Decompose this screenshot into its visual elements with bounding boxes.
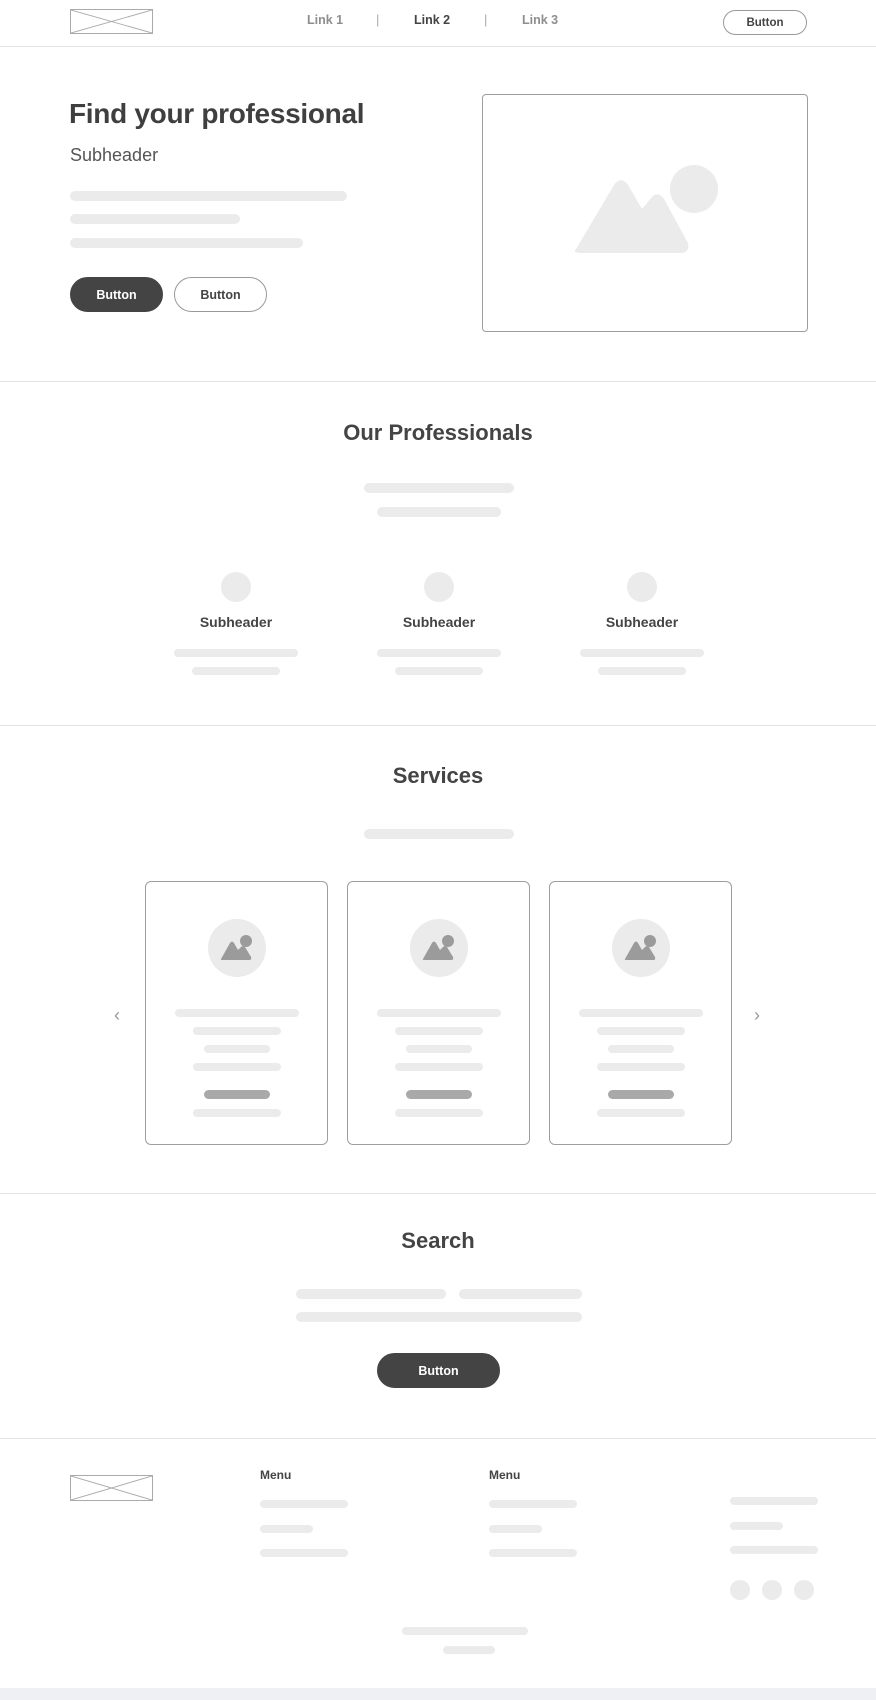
text-placeholder-line [377, 649, 501, 657]
copyright-placeholder [402, 1627, 528, 1635]
footer-link-placeholder[interactable] [489, 1525, 542, 1533]
chevron-left-icon[interactable]: ‹ [114, 1005, 120, 1026]
text-placeholder-line [597, 1063, 685, 1071]
text-placeholder-line [395, 1063, 483, 1071]
text-placeholder-line [364, 829, 514, 839]
footer-link-placeholder[interactable] [260, 1525, 313, 1533]
hero-image-placeholder [482, 94, 808, 332]
text-placeholder-line [70, 238, 303, 248]
footer-text-placeholder [730, 1546, 818, 1554]
text-placeholder-line [580, 649, 704, 657]
text-placeholder-line [193, 1109, 281, 1117]
image-icon [574, 165, 718, 253]
text-placeholder-line [608, 1045, 674, 1053]
social-icon[interactable] [762, 1580, 782, 1600]
professional-subheader: Subheader [605, 614, 679, 630]
text-placeholder-line [70, 191, 347, 201]
search-placeholder-line [296, 1312, 582, 1322]
social-icon[interactable] [794, 1580, 814, 1600]
services-title: Services [392, 763, 484, 788]
image-icon [612, 919, 670, 977]
search-placeholder-line [459, 1289, 582, 1299]
link-placeholder[interactable] [406, 1090, 472, 1099]
footer-text-placeholder [730, 1497, 818, 1505]
service-card[interactable] [347, 881, 530, 1145]
text-placeholder-line [175, 1009, 299, 1017]
footer-logo-placeholder[interactable] [70, 1475, 153, 1501]
image-icon [208, 919, 266, 977]
section-divider [0, 1193, 876, 1194]
text-placeholder-line [192, 667, 280, 675]
hero-title: Find your professional [69, 98, 365, 129]
social-icon[interactable] [730, 1580, 750, 1600]
logo-placeholder[interactable] [70, 9, 153, 34]
hero-primary-button[interactable]: Button [70, 277, 163, 312]
search-button[interactable]: Button [377, 1353, 500, 1388]
image-icon [410, 919, 468, 977]
text-placeholder-line [597, 1109, 685, 1117]
nav-separator: | [376, 12, 380, 27]
copyright-placeholder [443, 1646, 495, 1654]
link-placeholder[interactable] [204, 1090, 270, 1099]
text-placeholder-line [70, 214, 240, 224]
professionals-title: Our Professionals [343, 420, 533, 445]
text-placeholder-line [364, 483, 514, 493]
text-placeholder-line [377, 1009, 501, 1017]
professional-subheader: Subheader [199, 614, 273, 630]
hero-secondary-button[interactable]: Button [174, 277, 267, 312]
footer-link-placeholder[interactable] [489, 1500, 577, 1508]
text-placeholder-line [395, 1027, 483, 1035]
footer-link-placeholder[interactable] [260, 1549, 348, 1557]
nav-link-1[interactable]: Link 1 [307, 13, 343, 27]
text-placeholder-line [193, 1027, 281, 1035]
search-placeholder-line [296, 1289, 446, 1299]
text-placeholder-line [598, 667, 686, 675]
avatar [627, 572, 657, 602]
section-divider [0, 381, 876, 382]
footer-text-placeholder [730, 1522, 783, 1530]
nav-link-2[interactable]: Link 2 [414, 13, 450, 27]
footer-menu-title: Menu [260, 1468, 292, 1482]
text-placeholder-line [597, 1027, 685, 1035]
service-card[interactable] [549, 881, 732, 1145]
chevron-right-icon[interactable]: › [754, 1005, 760, 1026]
footer-menu-title: Menu [489, 1468, 521, 1482]
service-card[interactable] [145, 881, 328, 1145]
hero-subheader: Subheader [70, 145, 159, 165]
avatar [424, 572, 454, 602]
link-placeholder[interactable] [608, 1090, 674, 1099]
footer-link-placeholder[interactable] [260, 1500, 348, 1508]
avatar [221, 572, 251, 602]
text-placeholder-line [406, 1045, 472, 1053]
text-placeholder-line [579, 1009, 703, 1017]
footer-link-placeholder[interactable] [489, 1549, 577, 1557]
nav-separator: | [484, 12, 488, 27]
page-bottom-edge [0, 1688, 876, 1700]
nav-button[interactable]: Button [723, 10, 807, 35]
text-placeholder-line [193, 1063, 281, 1071]
text-placeholder-line [174, 649, 298, 657]
footer-divider [0, 1438, 876, 1439]
search-title: Search [401, 1228, 475, 1253]
section-divider [0, 725, 876, 726]
text-placeholder-line [395, 667, 483, 675]
text-placeholder-line [204, 1045, 270, 1053]
text-placeholder-line [377, 507, 501, 517]
text-placeholder-line [395, 1109, 483, 1117]
professional-subheader: Subheader [402, 614, 476, 630]
nav-link-3[interactable]: Link 3 [522, 13, 558, 27]
nav-divider [0, 46, 876, 47]
